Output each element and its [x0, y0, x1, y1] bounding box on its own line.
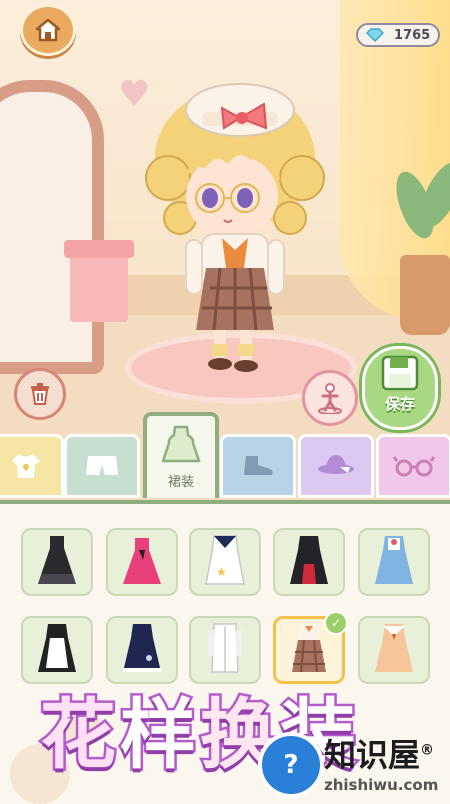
save-button[interactable]: 保存	[362, 346, 438, 430]
floppy-disk-icon	[381, 355, 419, 391]
watermark: ? 知识屋® zhishiwu.com	[254, 730, 450, 800]
delete-button[interactable]	[14, 368, 66, 420]
gift-box	[64, 240, 134, 322]
dressing-room-scene: ♥	[0, 0, 450, 505]
diamond-icon	[366, 28, 384, 42]
question-icon: ?	[258, 732, 324, 798]
banner-char: 花	[38, 690, 119, 779]
item-sailor-dress[interactable]: ★	[189, 528, 261, 596]
tab-tops[interactable]	[0, 434, 64, 498]
dress-thumbnail	[38, 536, 76, 584]
dress-thumbnail	[123, 538, 161, 584]
item-black-red-dress[interactable]	[273, 528, 345, 596]
avatar-character[interactable]	[140, 68, 330, 378]
tab-bottoms[interactable]	[64, 434, 140, 498]
shoe-icon	[244, 456, 273, 475]
mirror	[0, 80, 104, 374]
item-plaid-school-dress[interactable]: ✓	[273, 611, 348, 684]
gem-counter: 1765	[356, 23, 440, 47]
item-maid-dress[interactable]	[21, 616, 93, 684]
hat-icon	[318, 455, 354, 474]
dress-thumbnail	[123, 624, 161, 672]
glasses-icon	[393, 456, 435, 477]
tab-hats[interactable]	[298, 434, 374, 498]
tab-accessories[interactable]	[376, 434, 450, 498]
shirt-icon	[12, 454, 40, 478]
item-navy-lace-dress[interactable]	[106, 616, 178, 684]
house-icon	[35, 18, 61, 42]
dress-icon	[161, 425, 201, 462]
item-black-gothic-dress[interactable]	[21, 528, 93, 596]
tab-dresses-label: 裙装	[167, 474, 194, 490]
shorts-icon	[86, 456, 118, 475]
dress-thumbnail	[38, 624, 76, 672]
item-pink-party-dress[interactable]	[106, 528, 178, 596]
category-tabs: 裙装	[0, 412, 450, 500]
banner-char: 样	[118, 690, 199, 779]
svg-text:★: ★	[216, 565, 227, 579]
dress-thumbnail	[290, 536, 328, 584]
pose-button[interactable]	[302, 370, 358, 426]
trash-icon	[31, 383, 49, 405]
plant-pot	[400, 255, 450, 335]
tab-dresses[interactable]: 裙装	[143, 412, 219, 498]
watermark-subtitle: zhishiwu.com	[324, 776, 439, 794]
save-label: 保存	[384, 395, 415, 413]
check-icon: ✓	[324, 611, 348, 635]
dress-thumbnail: ★	[205, 535, 245, 585]
tab-shoes[interactable]	[220, 434, 296, 498]
home-button[interactable]	[20, 4, 76, 56]
gem-count: 1765	[394, 27, 431, 43]
item-peach-collar-dress[interactable]	[358, 616, 430, 684]
dress-thumbnail	[292, 624, 326, 673]
dress-thumbnail	[375, 536, 413, 584]
pose-figure-icon	[318, 383, 342, 414]
dress-thumbnail	[208, 623, 242, 673]
watermark-title: 知识屋®	[324, 736, 435, 774]
item-blue-pinafore-dress[interactable]	[358, 528, 430, 596]
dress-thumbnail	[375, 624, 413, 672]
item-white-coat-dress[interactable]	[189, 616, 261, 684]
